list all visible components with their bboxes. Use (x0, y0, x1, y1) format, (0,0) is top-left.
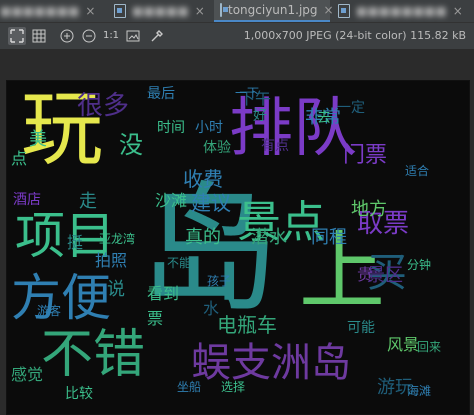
wordcloud-image: 玩排队 项目 方便 不错岛上景点买蜈支洲岛 很多没收费 取票 门票 沙滩 建议 真的 潜水 同程贵景区… (6, 80, 470, 415)
wordcloud-word: 真的 (185, 227, 221, 248)
image-file-icon (220, 3, 228, 17)
wordcloud-word: 一定 (337, 100, 365, 116)
wordcloud-word: 沙滩 (155, 191, 188, 210)
frame-icon (126, 30, 140, 42)
wordcloud-word: 门票 (343, 143, 388, 168)
wordcloud-word: 点 (11, 149, 28, 168)
wordcloud-word: 电瓶车 (217, 313, 277, 337)
wordcloud-word: 不能 (167, 256, 192, 270)
wordcloud-word: 比较 (65, 386, 93, 402)
image-info: 1,000x700 JPEG (24-bit color) 115.82 kB (243, 29, 466, 42)
wordcloud-word: 收费 (183, 167, 223, 191)
tab-title: ■■■■■ (132, 4, 189, 18)
wordcloud-word: 感觉 (11, 365, 44, 384)
wordcloud-word: 景区 (367, 265, 403, 286)
actual-size-button[interactable]: 1:1 (102, 27, 120, 45)
wordcloud-word: 看到 (147, 284, 180, 303)
editor-tab-bar: ■■■■■■■ × ■■■■■ × tongciyun1.jpg × ■■■■■… (0, 0, 474, 23)
wordcloud-word: 选择 (221, 380, 246, 394)
frame-button[interactable] (124, 27, 142, 45)
wordcloud-word: 走 (79, 191, 97, 212)
wordcloud-word: 票 (147, 309, 164, 328)
tab-title: ■■■■■■■■ (356, 4, 447, 18)
wordcloud-word: 建议 (191, 191, 231, 215)
wordcloud-word: 潜水 (251, 227, 287, 248)
close-icon[interactable]: × (195, 4, 205, 18)
close-icon[interactable]: × (85, 4, 95, 18)
zoom-in-icon (60, 29, 74, 43)
wordcloud-word: 可能 (347, 320, 375, 336)
wordcloud-word: 时间 (157, 120, 185, 136)
fit-screen-icon (10, 29, 24, 43)
zoom-in-button[interactable] (58, 27, 76, 45)
eyedropper-icon (151, 30, 163, 42)
wordcloud-word: 酒店 (13, 192, 41, 208)
wordcloud-word: 好 (253, 108, 267, 124)
wordcloud-word: 海滩 (407, 384, 432, 398)
wordcloud-word: 小时 (195, 120, 223, 136)
wordcloud-word: 坐船 (177, 380, 202, 394)
wordcloud-word: 拍照 (95, 251, 128, 270)
wordcloud-word: 体验 (203, 140, 231, 156)
image-file-icon (114, 4, 126, 18)
wordcloud-word: 分钟 (407, 258, 432, 272)
wordcloud-word: 地方 (351, 199, 387, 220)
wordcloud-word: 没 (119, 131, 143, 159)
fit-screen-button[interactable] (8, 27, 26, 45)
grid-icon (32, 29, 46, 43)
wordcloud-word: 孩子 (207, 274, 232, 288)
wordcloud-word: 同程 (311, 227, 347, 248)
wordcloud-word: 蜈支洲岛 (191, 340, 351, 386)
zoom-out-button[interactable] (80, 27, 98, 45)
wordcloud-word: 回来 (417, 340, 442, 354)
tab-title: ■■■■■■■ (0, 4, 80, 18)
wordcloud-word: 很多 (77, 91, 130, 121)
wordcloud-word: 水 (203, 299, 220, 318)
image-viewport[interactable]: 玩排队 项目 方便 不错岛上景点买蜈支洲岛 很多没收费 取票 门票 沙滩 建议 真的 潜水 同程贵景区… (0, 50, 474, 415)
wordcloud-word: 去 (317, 110, 331, 126)
wordcloud-word: 挺 (67, 233, 84, 252)
wordcloud-word: 最后 (147, 86, 175, 102)
image-file-icon (338, 4, 350, 18)
wordcloud-word: 有点 (261, 138, 289, 154)
wordcloud-word: 美 (29, 129, 47, 150)
zoom-out-icon (82, 29, 96, 43)
wordcloud-word: 适合 (405, 164, 430, 178)
color-picker-button[interactable] (148, 27, 166, 45)
grid-button[interactable] (30, 27, 48, 45)
tab-tongciyun1[interactable]: tongciyun1.jpg × (214, 0, 334, 22)
tab-2[interactable]: ■■■■■ × (108, 0, 212, 22)
wordcloud-word: 说 (107, 279, 125, 300)
tab-title: tongciyun1.jpg (228, 3, 318, 17)
wordcloud-word: 亚龙湾 (99, 232, 136, 246)
wordcloud-word: 一下 (235, 86, 260, 100)
image-toolbar: 1:1 1,000x700 JPEG (24-bit color) 115.82… (0, 23, 474, 50)
wordcloud-word: 不错 (41, 325, 146, 385)
wordcloud-word: 游客 (37, 304, 62, 318)
tab-1[interactable]: ■■■■■■■ × (0, 0, 108, 22)
wordcloud-word: 风景 (387, 335, 420, 354)
tab-4[interactable]: ■■■■■■■■ × (332, 0, 474, 22)
close-icon[interactable]: × (453, 4, 463, 18)
